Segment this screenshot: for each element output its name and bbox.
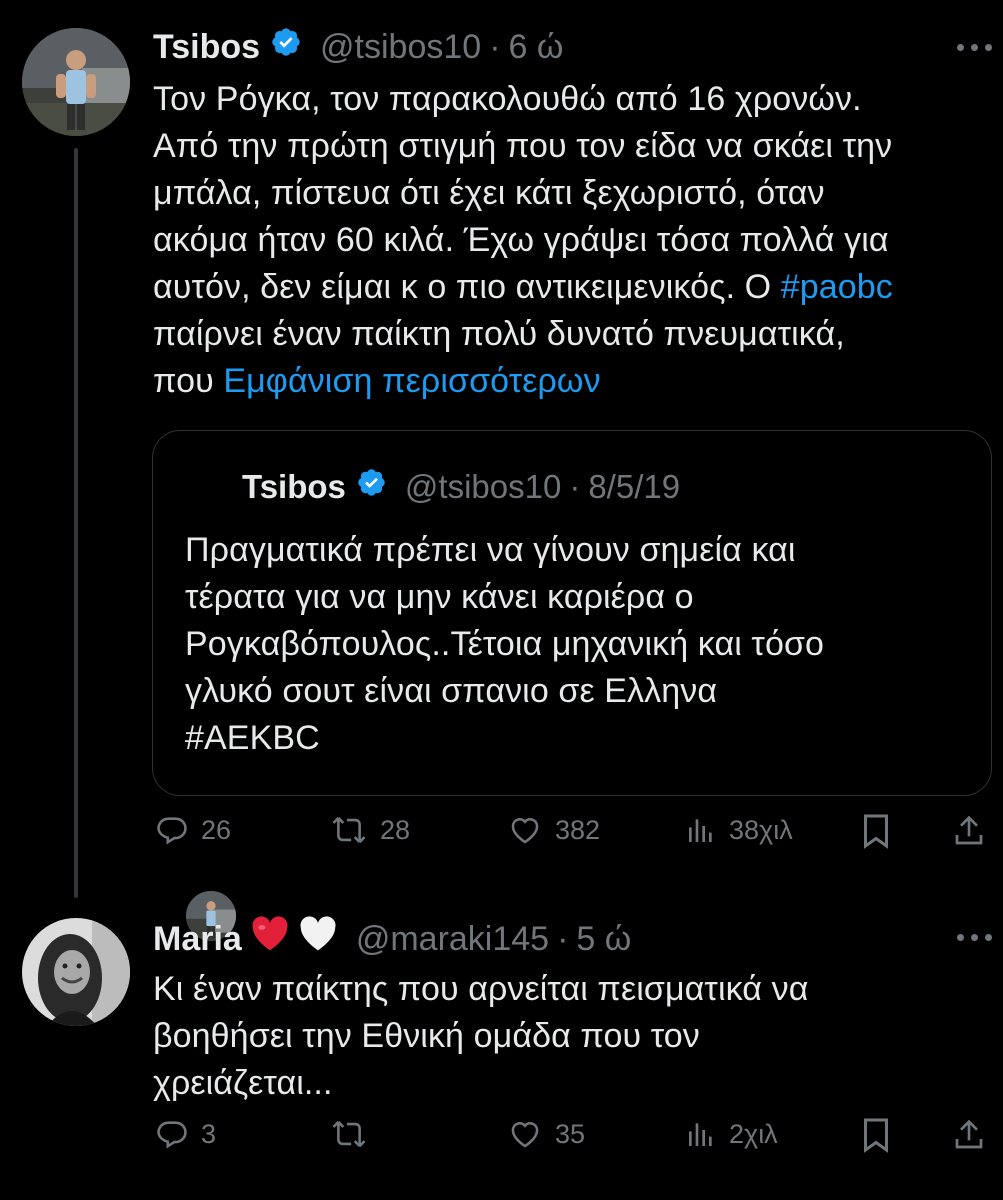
bookmark-icon: [864, 1118, 888, 1153]
quoted-tweet-text: Πραγματικά πρέπει να γίνουν σημεία και τ…: [185, 527, 975, 762]
views-icon: [689, 1123, 712, 1146]
tweet-text: Κι έναν παίκτης που αρνείται πεισματικά …: [153, 966, 993, 1107]
tweet-text-line: παίρνει έναν παίκτη πολύ δυνατό πνευματι…: [153, 315, 845, 353]
bookmark-icon: [864, 814, 888, 849]
quoted-author-name: Tsibos: [242, 468, 346, 505]
author-handle[interactable]: @maraki145: [356, 919, 549, 959]
tweet-text: Τον Ρόγκα, τον παρακολουθώ από 16 χρονών…: [153, 76, 993, 405]
thread-line: [74, 148, 78, 898]
retweet-button[interactable]: [330, 1117, 380, 1151]
like-button[interactable]: 382: [507, 813, 600, 847]
quoted-date: 8/5/19: [588, 468, 681, 505]
avatar-tsibos[interactable]: [22, 28, 130, 136]
avatar-maria[interactable]: [22, 918, 130, 1026]
tweet-actions: 3 35 2χιλ: [155, 1117, 995, 1167]
retweet-icon: [332, 817, 366, 843]
separator-dot: ·: [557, 919, 569, 958]
views-count: 2χιλ: [729, 1118, 778, 1149]
tweet-text-line: χρειάζεται...: [153, 1064, 333, 1102]
verified-badge-icon: [270, 26, 302, 67]
retweet-icon: [332, 1121, 366, 1147]
like-count: 35: [555, 1118, 586, 1149]
tweet-text-line: μπάλα, πίστευα ότι έχει κάτι ξεχωριστό, …: [153, 174, 825, 212]
hashtag-link[interactable]: #paobc: [781, 268, 893, 306]
views-button[interactable]: 38χιλ: [685, 813, 793, 847]
reply-count: 26: [201, 814, 232, 845]
like-icon: [511, 818, 539, 844]
tweet-text-line: βοηθήσει την Εθνική ομάδα που τον: [153, 1017, 700, 1055]
more-dots-icon[interactable]: [957, 934, 992, 941]
bookmark-button[interactable]: [861, 1117, 891, 1153]
tweet-maria[interactable]: Maria @maraki145 · 5 ώ Κι έναν παίκτης π…: [0, 880, 1003, 1200]
bookmark-button[interactable]: [861, 813, 891, 849]
tweet-text-line-part: αυτόν, δεν είμαι κ ο πιο αντικειμενικός.…: [153, 268, 772, 306]
author-handle[interactable]: @tsibos10: [320, 27, 481, 67]
views-icon: [689, 819, 712, 842]
tweet-header: Maria @maraki145 · 5 ώ: [153, 916, 631, 961]
like-count: 382: [555, 814, 601, 845]
heart-red-emoji: [250, 916, 290, 961]
retweet-count: 28: [380, 814, 411, 845]
views-count: 38χιλ: [729, 814, 793, 845]
tweet-text-line: Κι έναν παίκτης που αρνείται πεισματικά …: [153, 970, 809, 1008]
reply-button[interactable]: 26: [155, 813, 231, 847]
quoted-text-line: Ρογκαβόπουλος..Τέτοια μηχανική και τόσο: [185, 625, 825, 663]
share-icon: [955, 1119, 983, 1149]
retweet-button[interactable]: 28: [330, 813, 410, 847]
quoted-text-line: τέρατα για να μην κάνει καριέρα ο: [185, 578, 694, 616]
timestamp[interactable]: 5 ώ: [576, 919, 631, 959]
like-icon: [511, 1122, 539, 1148]
timestamp[interactable]: 6 ώ: [509, 27, 564, 67]
tweet-text-line: Τον Ρόγκα, τον παρακολουθώ από 16 χρονών…: [153, 80, 862, 118]
quoted-text-line: #AEKBC: [185, 719, 320, 757]
share-button[interactable]: [953, 1117, 985, 1153]
share-button[interactable]: [953, 813, 985, 849]
verified-badge-icon: [356, 467, 387, 507]
author-name[interactable]: Tsibos: [153, 27, 260, 67]
reply-button[interactable]: 3: [155, 1117, 216, 1151]
author-name[interactable]: Maria: [153, 919, 242, 959]
quoted-text-line: Πραγματικά πρέπει να γίνουν σημεία και: [185, 531, 796, 569]
quoted-tweet-header: Tsibos @tsibos10 · 8/5/19: [242, 467, 680, 507]
tweet-tsibos[interactable]: Tsibos @tsibos10 · 6 ώ Τον Ρόγκα, τον πα…: [0, 0, 1003, 941]
tweet-text-line-part: που: [153, 362, 214, 400]
heart-white-emoji: [298, 916, 338, 961]
separator-dot: ·: [489, 27, 501, 66]
tweet-text-line: ακόμα ήταν 60 κιλά. Έχω γράψει τόσα πολλ…: [153, 221, 889, 259]
quoted-text-line: γλυκό σουτ είναι σπανιο σε Ελληνα: [185, 672, 718, 710]
views-button[interactable]: 2χιλ: [685, 1117, 778, 1151]
like-button[interactable]: 35: [507, 1117, 585, 1151]
tweet-text-line: που Εμφάνιση περισσότερων: [153, 358, 993, 405]
quoted-author-handle: @tsibos10: [404, 468, 562, 505]
share-icon: [955, 815, 983, 845]
tweet-text-line: Από την πρώτη στιγμή που τον είδα να σκά…: [153, 127, 893, 165]
separator-dot: ·: [569, 468, 581, 505]
more-dots-icon[interactable]: [957, 44, 992, 51]
reply-icon: [157, 1121, 187, 1149]
reply-count: 3: [201, 1118, 217, 1149]
reply-icon: [157, 817, 187, 845]
tweet-actions: 26 28 382 38χιλ: [155, 813, 995, 863]
show-more-link[interactable]: Εμφάνιση περισσότερων: [223, 362, 600, 400]
tweet-header: Tsibos @tsibos10 · 6 ώ: [153, 26, 563, 67]
tweet-text-line: αυτόν, δεν είμαι κ ο πιο αντικειμενικός.…: [153, 264, 993, 311]
